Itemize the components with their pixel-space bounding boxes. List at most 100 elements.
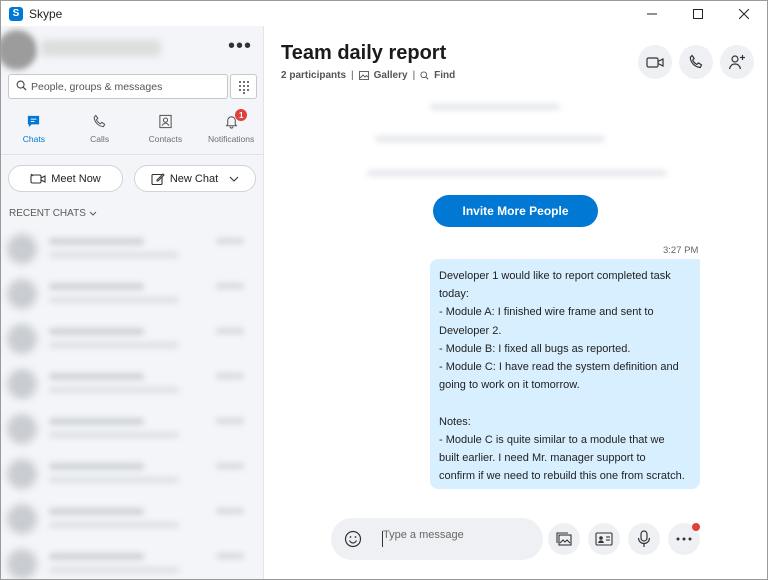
list-item[interactable] <box>1 316 263 361</box>
blurred-text <box>49 553 144 560</box>
message-line: Notes: <box>439 415 471 428</box>
add-people-button[interactable] <box>720 45 754 79</box>
search-icon <box>420 71 429 80</box>
gallery-icon <box>358 71 369 80</box>
audio-call-button[interactable] <box>679 45 713 79</box>
image-gallery-icon <box>556 532 572 546</box>
blurred-text <box>216 283 244 289</box>
dialpad-button[interactable] <box>230 74 257 99</box>
avatar <box>7 234 37 264</box>
list-item[interactable] <box>1 271 263 316</box>
window-title: Skype <box>29 6 63 21</box>
meet-now-button[interactable]: Meet Now <box>8 165 123 192</box>
avatar <box>7 459 37 489</box>
blurred-text <box>49 387 179 393</box>
message-line: built earlier. I need Mr. manager suppor… <box>439 451 646 464</box>
blurred-text <box>49 252 179 258</box>
recent-chat-list <box>1 226 263 579</box>
message-line: - Module C is quite similar to a module … <box>439 433 665 446</box>
conversation-pane: Team daily report 2 participants | Galle… <box>265 26 767 579</box>
blurred-text <box>49 522 179 528</box>
blurred-text <box>49 567 179 573</box>
blurred-text <box>216 553 244 559</box>
microphone-icon <box>637 530 651 547</box>
emoji-button[interactable] <box>341 527 365 551</box>
list-item[interactable] <box>1 406 263 451</box>
send-contact-button[interactable] <box>588 523 620 555</box>
tab-notifications-label: Notifications <box>207 134 255 144</box>
blurred-text <box>49 342 179 348</box>
voice-message-button[interactable] <box>628 523 660 555</box>
sidebar-divider <box>1 154 263 155</box>
blurred-text <box>49 508 144 515</box>
list-item[interactable] <box>1 451 263 496</box>
recent-chats-header[interactable]: RECENT CHATS <box>9 208 97 219</box>
avatar[interactable] <box>1 30 37 70</box>
message-composer <box>331 518 543 560</box>
profile-row[interactable]: ••• <box>1 26 263 71</box>
message-bubble[interactable]: Developer 1 would like to report complet… <box>430 259 700 489</box>
maximize-button[interactable] <box>675 1 721 26</box>
minimize-button[interactable] <box>629 1 675 26</box>
conversation-title[interactable]: Team daily report <box>281 42 446 65</box>
sidebar: ••• Chats <box>1 26 264 579</box>
contacts-icon <box>158 111 173 131</box>
separator: | <box>351 70 354 81</box>
phone-icon <box>689 54 703 69</box>
meet-now-label: Meet Now <box>51 172 101 185</box>
tab-chats[interactable]: Chats <box>1 111 67 153</box>
tab-contacts[interactable]: Contacts <box>133 111 199 153</box>
blurred-text <box>216 463 244 469</box>
notification-badge: 1 <box>235 109 248 121</box>
compose-icon <box>151 172 165 185</box>
participants-link[interactable]: 2 participants <box>281 70 346 81</box>
list-item[interactable] <box>1 226 263 271</box>
blurred-text <box>49 477 179 483</box>
message-line: going to work on it tomorrow. <box>439 379 580 392</box>
window-controls <box>629 1 767 26</box>
emoji-icon <box>344 530 362 548</box>
profile-name-blurred <box>41 40 161 56</box>
blurred-text <box>49 328 144 335</box>
message-input[interactable] <box>383 529 533 541</box>
more-dots-icon <box>676 537 692 541</box>
find-link[interactable]: Find <box>434 70 455 81</box>
blurred-text <box>216 328 244 334</box>
list-item[interactable] <box>1 361 263 406</box>
avatar <box>7 369 37 399</box>
message-line: today: <box>439 288 469 301</box>
video-camera-icon <box>646 56 664 68</box>
chevron-down-icon <box>89 211 97 216</box>
message-line: Developer 1 would like to report complet… <box>439 270 671 282</box>
video-call-button[interactable] <box>638 45 672 79</box>
list-item[interactable] <box>1 496 263 541</box>
add-files-button[interactable] <box>548 523 580 555</box>
search-box[interactable] <box>8 74 228 99</box>
close-button[interactable] <box>721 1 767 26</box>
search-input[interactable] <box>31 80 216 93</box>
contact-card-icon <box>595 532 613 546</box>
blurred-text <box>49 283 144 290</box>
avatar <box>7 504 37 534</box>
tab-notifications[interactable]: 1 Notifications <box>198 109 263 153</box>
gallery-link[interactable]: Gallery <box>374 70 408 81</box>
list-item[interactable] <box>1 541 263 579</box>
message-line: - Module B: I fixed all bugs as reported… <box>439 342 631 355</box>
blurred-text <box>367 170 667 176</box>
more-options-button[interactable] <box>668 523 700 555</box>
blurred-text <box>216 373 244 379</box>
dialpad-icon <box>238 80 249 94</box>
tab-calls-label: Calls <box>90 134 110 144</box>
skype-logo-icon: S <box>9 6 23 21</box>
message-line: - Module A: I finished wire frame and se… <box>439 306 654 319</box>
skype-window: S Skype ••• People, groups & messages Ch… <box>0 0 768 580</box>
minimize-icon <box>647 13 657 14</box>
blurred-text <box>216 238 244 244</box>
invite-more-people-button[interactable]: Invite More People <box>433 195 598 227</box>
blurred-text <box>49 238 144 245</box>
sidebar-tabs: Chats Calls Contacts 1 Notifications <box>1 109 263 153</box>
more-options-button[interactable]: ••• <box>228 36 252 56</box>
chat-icon <box>26 111 41 131</box>
new-chat-button[interactable]: New Chat <box>134 165 256 192</box>
tab-calls[interactable]: Calls <box>67 111 133 153</box>
